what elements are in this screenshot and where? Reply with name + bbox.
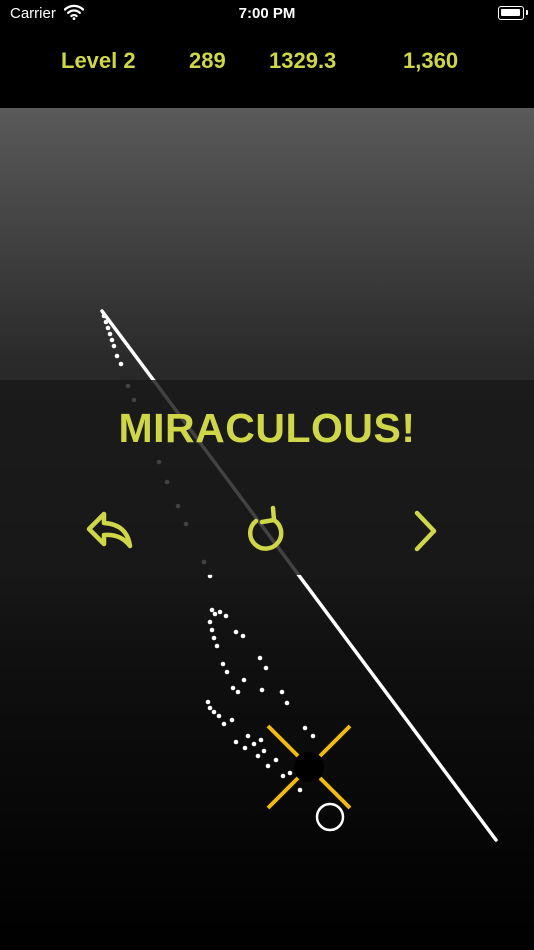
- trajectory-dot: [214, 643, 220, 649]
- trajectory-dot: [284, 700, 290, 706]
- trajectory-dot: [280, 773, 286, 779]
- trajectory-dot: [263, 665, 269, 671]
- trajectory-dot: [261, 748, 267, 754]
- trajectory-dot: [251, 741, 257, 747]
- restart-icon[interactable]: [243, 504, 291, 558]
- result-title: MIRACULOUS!: [118, 405, 416, 451]
- trajectory-dot: [223, 613, 229, 619]
- trajectory-dot: [105, 325, 111, 331]
- trajectory-dot: [220, 661, 226, 667]
- trajectory-dot: [265, 763, 271, 769]
- trajectory-dot: [103, 319, 109, 325]
- trajectory-dot: [217, 609, 223, 615]
- trajectory-dot: [107, 331, 113, 337]
- target-hole: [294, 752, 324, 782]
- trajectory-dot: [233, 739, 239, 745]
- trajectory-dot: [212, 611, 218, 617]
- trajectory-dot: [229, 717, 235, 723]
- ball: [315, 802, 345, 832]
- trajectory-dot: [118, 361, 124, 367]
- trajectory-dot: [207, 705, 213, 711]
- trajectory-dot: [302, 725, 308, 731]
- trajectory-dot: [257, 655, 263, 661]
- trajectory-dot: [242, 745, 248, 751]
- trajectory-dot: [287, 770, 293, 776]
- trajectory-dot: [240, 633, 246, 639]
- trajectory-dot: [101, 313, 107, 319]
- trajectory-dot: [209, 607, 215, 613]
- trajectory-dot: [224, 669, 230, 675]
- trajectory-dot: [109, 337, 115, 343]
- trajectory-dot: [235, 689, 241, 695]
- trajectory-dot: [255, 753, 261, 759]
- trajectory-dot: [114, 353, 120, 359]
- trajectory-dot: [241, 677, 247, 683]
- trajectory-dot: [273, 757, 279, 763]
- trajectory-dot: [297, 787, 303, 793]
- trajectory-dot: [211, 635, 217, 641]
- trajectory-dot: [310, 733, 316, 739]
- trajectory-dot: [205, 699, 211, 705]
- trajectory-dot: [279, 689, 285, 695]
- trajectory-dot: [233, 629, 239, 635]
- trajectory-dot: [258, 737, 264, 743]
- chevron-right-icon[interactable]: [408, 504, 444, 558]
- trajectory-dot: [211, 709, 217, 715]
- trajectory-dot: [216, 713, 222, 719]
- trajectory-dot: [209, 627, 215, 633]
- trajectory-dot: [221, 721, 227, 727]
- undo-arrow-icon[interactable]: [82, 504, 136, 558]
- trajectory-dot: [245, 733, 251, 739]
- trajectory-dot: [207, 619, 213, 625]
- trajectory-dot: [259, 687, 265, 693]
- trajectory-dot: [111, 343, 117, 349]
- trajectory-dot: [230, 685, 236, 691]
